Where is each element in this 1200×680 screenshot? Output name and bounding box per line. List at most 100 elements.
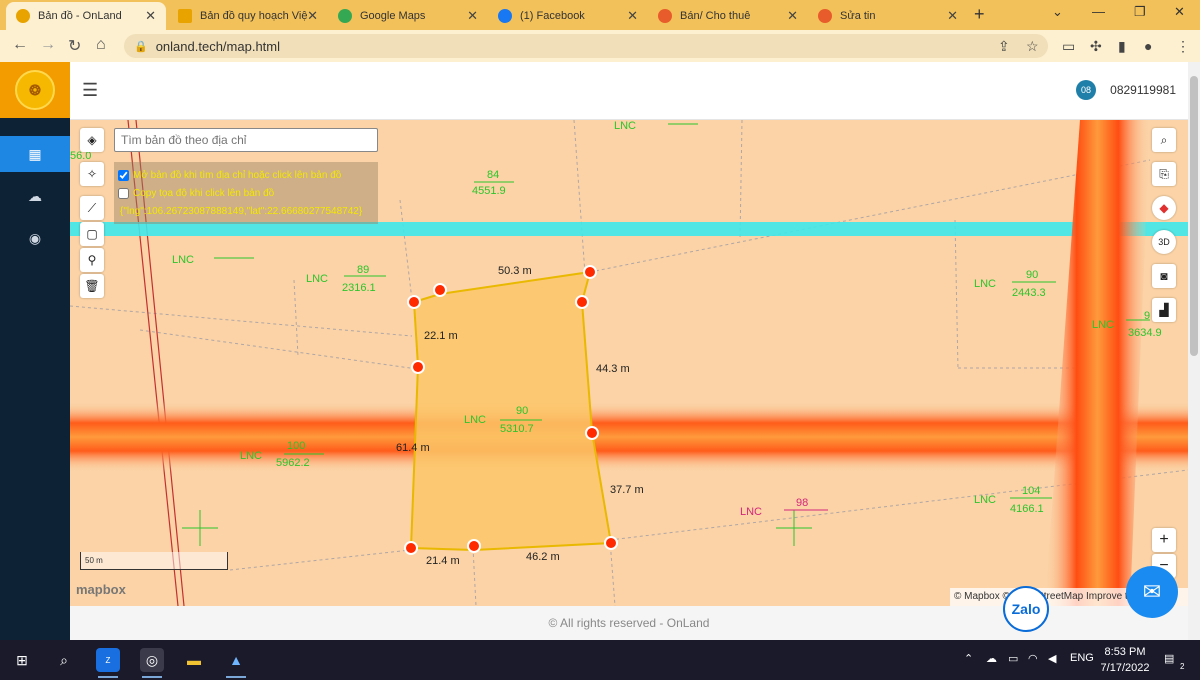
taskbar-clock[interactable]: 8:53 PM 7/17/2022 bbox=[1100, 644, 1150, 676]
cloud-upload-icon: ☁ bbox=[28, 187, 42, 204]
tab-ban-cho-thue[interactable]: Bán/ Cho thuê ✕ bbox=[648, 2, 808, 30]
chart-button[interactable]: ▟ bbox=[1152, 298, 1176, 322]
tab-onland[interactable]: Bản đồ - OnLand ✕ bbox=[6, 2, 166, 30]
close-icon[interactable]: ✕ bbox=[467, 8, 478, 24]
parcel-number: 89 bbox=[357, 264, 370, 276]
close-icon[interactable]: ✕ bbox=[145, 8, 156, 24]
screenshot-button[interactable]: ◙ bbox=[1152, 264, 1176, 288]
zalo-chat-button[interactable]: Zalo bbox=[1003, 586, 1049, 632]
forward-icon[interactable]: → bbox=[40, 36, 56, 54]
puzzle-icon[interactable]: ✣ bbox=[1090, 38, 1102, 55]
click-select-button[interactable]: ✧ bbox=[80, 162, 104, 186]
scrollbar-thumb[interactable] bbox=[1190, 76, 1198, 356]
windows-start-icon[interactable]: ⊞ bbox=[10, 648, 34, 672]
chevron-down-icon[interactable]: ⌄ bbox=[1052, 4, 1063, 20]
zalo-app-icon[interactable]: Z bbox=[96, 648, 120, 678]
3d-toggle-button[interactable]: 3D bbox=[1152, 230, 1176, 254]
url-field[interactable]: 🔒 onland.tech/map.html bbox=[124, 34, 1048, 58]
volume-icon[interactable]: ◀ bbox=[1048, 652, 1056, 665]
search-icon[interactable]: ⌕ bbox=[52, 648, 76, 672]
messenger-chat-button[interactable]: ✉ bbox=[1126, 566, 1178, 618]
sidebar-item-map[interactable]: ▦ bbox=[0, 136, 70, 172]
trash-icon: 🗑 bbox=[84, 279, 100, 293]
tab-quy-hoach[interactable]: Bản đồ quy hoạch Việ ✕ bbox=[168, 2, 328, 30]
edge-length-label: 46.2 m bbox=[526, 551, 560, 563]
home-icon[interactable]: ⌂ bbox=[96, 36, 106, 54]
back-icon[interactable]: ← bbox=[12, 36, 28, 54]
menu-toggle-icon[interactable]: ☰ bbox=[82, 80, 98, 101]
cloud-icon[interactable]: ☁ bbox=[986, 652, 997, 665]
battery-icon[interactable]: ▭ bbox=[1008, 652, 1018, 665]
sidepanel-icon[interactable]: ▮ bbox=[1118, 38, 1126, 55]
clock-time: 8:53 PM bbox=[1104, 646, 1146, 658]
bookmark-star-icon[interactable]: ☆ bbox=[1026, 38, 1039, 55]
extension-icon[interactable]: ▭ bbox=[1062, 38, 1075, 55]
land-type-label: LNC bbox=[974, 278, 997, 290]
sidebar-item-upload[interactable]: ☁ bbox=[0, 178, 70, 214]
layers-button[interactable]: ◈ bbox=[80, 128, 104, 152]
parcel-area: 5962.2 bbox=[276, 457, 310, 469]
close-window-icon[interactable]: ✕ bbox=[1174, 4, 1185, 20]
tab-google-maps[interactable]: Google Maps ✕ bbox=[328, 2, 488, 30]
app-header: ☰ 08 0829119981 bbox=[70, 62, 1188, 120]
close-icon[interactable]: ✕ bbox=[947, 8, 958, 24]
kebab-menu-icon[interactable]: ⋮ bbox=[1176, 38, 1190, 55]
close-icon[interactable]: ✕ bbox=[307, 8, 318, 24]
delete-drawing-button[interactable]: 🗑 bbox=[80, 274, 104, 298]
mapbox-logo[interactable]: mapbox bbox=[76, 582, 126, 597]
chrome-app-icon[interactable]: ◎ bbox=[140, 648, 164, 678]
edge-length-label: 21.4 m bbox=[426, 555, 460, 567]
browser-tab-strip: Bản đồ - OnLand ✕ Bản đồ quy hoạch Việ ✕… bbox=[0, 0, 1200, 30]
search-icon: ⌕ bbox=[1160, 132, 1168, 147]
copy-coord-label: Copy tọa độ khi click lên bản đồ bbox=[133, 187, 275, 199]
logo-emblem-icon: ❂ bbox=[15, 70, 55, 110]
minimize-icon[interactable]: — bbox=[1092, 4, 1105, 19]
land-type-label: LNC bbox=[974, 494, 997, 506]
search-parcel-button[interactable]: ⎘ bbox=[1152, 162, 1176, 186]
land-type-label: LNC bbox=[740, 506, 763, 518]
selected-parcel bbox=[409, 270, 613, 552]
horizontal-road-band bbox=[70, 402, 1188, 472]
close-icon[interactable]: ✕ bbox=[627, 8, 638, 24]
draw-polygon-button[interactable]: ▢ bbox=[80, 222, 104, 246]
copy-coord-checkbox[interactable] bbox=[118, 187, 129, 199]
zoom-in-button[interactable]: + bbox=[1152, 528, 1176, 552]
tab-sua-tin[interactable]: Sửa tin ✕ bbox=[808, 2, 968, 30]
share-icon[interactable]: ⇪ bbox=[998, 38, 1010, 55]
file-explorer-icon[interactable]: ▬ bbox=[182, 648, 206, 672]
onland-icon bbox=[16, 9, 30, 23]
new-tab-button[interactable]: + bbox=[974, 4, 985, 25]
address-search-input[interactable] bbox=[114, 128, 378, 152]
draw-line-button[interactable]: ⟋ bbox=[80, 196, 104, 220]
compass-button[interactable]: ◆ bbox=[1152, 196, 1176, 220]
photos-app-icon[interactable]: ▲ bbox=[224, 648, 248, 678]
google-maps-icon bbox=[338, 9, 352, 23]
notification-icon[interactable]: ▤ bbox=[1164, 652, 1174, 665]
messenger-icon: ✉ bbox=[1142, 579, 1162, 604]
edge-length-label: 44.3 m bbox=[596, 363, 630, 375]
sidebar-item-account[interactable]: ◉ bbox=[0, 220, 70, 256]
tray-chevron-up-icon[interactable]: ⌃ bbox=[964, 652, 973, 665]
tab-facebook[interactable]: (1) Facebook ✕ bbox=[488, 2, 648, 30]
phone-number[interactable]: 0829119981 bbox=[1110, 83, 1176, 97]
reload-icon[interactable]: ↻ bbox=[68, 36, 81, 56]
edge-length-label: 37.7 m bbox=[610, 484, 644, 496]
profile-avatar-icon[interactable]: ● bbox=[1144, 38, 1152, 54]
draw-point-button[interactable]: ⚲ bbox=[80, 248, 104, 272]
open-map-checkbox[interactable] bbox=[118, 169, 129, 181]
map-canvas[interactable]: LNC 56.0 LNC LNC 89 2316.1 84 4551.9 LNC… bbox=[70, 120, 1188, 606]
language-indicator[interactable]: ENG bbox=[1070, 652, 1094, 664]
edge-length-label: 22.1 m bbox=[424, 330, 458, 342]
parcel-number: 90 bbox=[516, 405, 529, 417]
wifi-icon[interactable]: ◠ bbox=[1028, 652, 1038, 665]
folder-icon bbox=[178, 9, 192, 23]
document-search-icon: ⎘ bbox=[1159, 166, 1169, 181]
map-options-panel: Mở bản đồ khi tìm địa chỉ hoặc click lên… bbox=[114, 162, 378, 224]
land-type-label: LNC bbox=[306, 273, 329, 285]
close-icon[interactable]: ✕ bbox=[787, 8, 798, 24]
page-scrollbar[interactable] bbox=[1188, 62, 1200, 640]
onland-logo[interactable]: ❂ bbox=[0, 62, 70, 118]
notification-count: 2 bbox=[1180, 662, 1185, 671]
maximize-icon[interactable]: ❐ bbox=[1134, 4, 1146, 20]
search-button[interactable]: ⌕ bbox=[1152, 128, 1176, 152]
